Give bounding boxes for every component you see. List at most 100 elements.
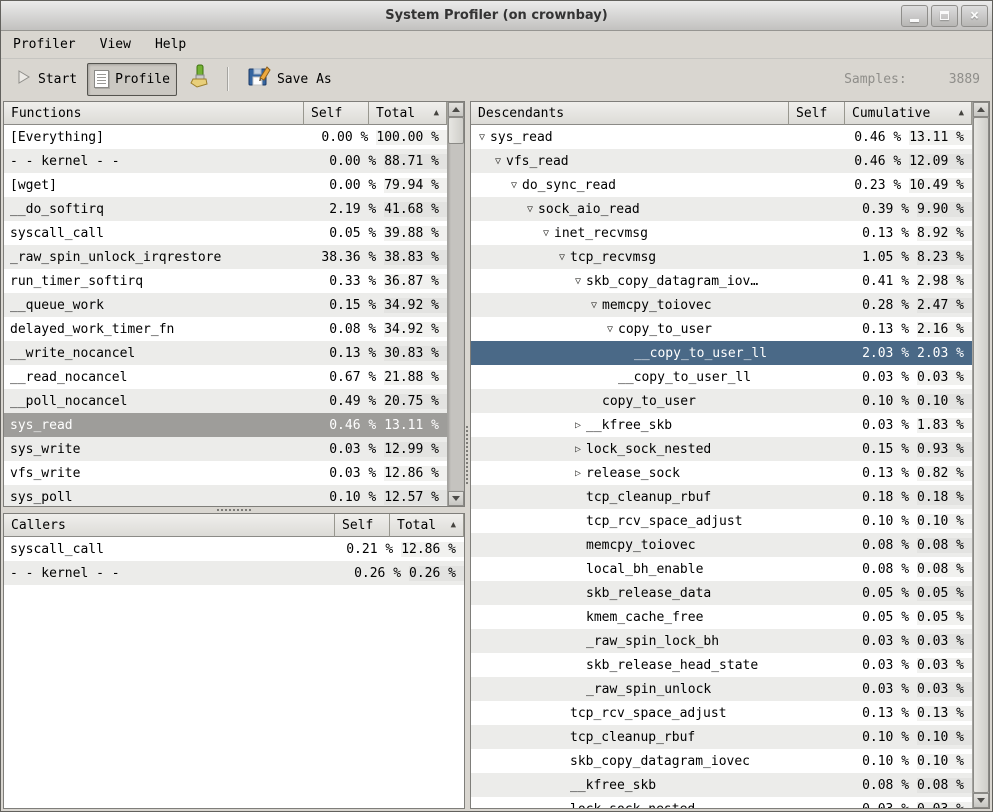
tree-row[interactable]: __kfree_skb 0.08 % 0.08 % <box>471 773 972 797</box>
expander-collapsed-icon[interactable]: ▷ <box>570 444 586 455</box>
tree-row[interactable]: __copy_to_user_ll 0.03 % 0.03 % <box>471 365 972 389</box>
horizontal-splitter-grip[interactable] <box>217 509 251 511</box>
expander-open-icon[interactable]: ▽ <box>490 156 506 167</box>
scroll-down-button[interactable] <box>448 491 464 506</box>
table-row[interactable]: __do_softirq 2.19 % 41.68 % <box>4 197 447 221</box>
table-row[interactable]: delayed_work_timer_fn 0.08 % 34.92 % <box>4 317 447 341</box>
tree-row[interactable]: local_bh_enable 0.08 % 0.08 % <box>471 557 972 581</box>
expander-collapsed-icon[interactable]: ▷ <box>570 468 586 479</box>
table-row[interactable]: __queue_work 0.15 % 34.92 % <box>4 293 447 317</box>
scroll-up-button[interactable] <box>973 102 989 117</box>
functions-scrollbar[interactable] <box>447 102 464 506</box>
function-name-label: lock_sock_nested <box>570 802 695 809</box>
table-row[interactable]: __write_nocancel 0.13 % 30.83 % <box>4 341 447 365</box>
tree-row[interactable]: tcp_rcv_space_adjust 0.13 % 0.13 % <box>471 701 972 725</box>
tree-row[interactable]: ▽ do_sync_read 0.23 % 10.49 % <box>471 173 972 197</box>
vertical-splitter-grip[interactable] <box>466 426 468 484</box>
table-row[interactable]: [Everything] 0.00 % 100.00 % <box>4 125 447 149</box>
tree-row[interactable]: tcp_rcv_space_adjust 0.10 % 0.10 % <box>471 509 972 533</box>
start-button-label: Start <box>38 72 77 87</box>
save-as-button[interactable]: Save As <box>240 63 339 96</box>
functions-self-column-header[interactable]: Self <box>304 102 369 125</box>
tree-row[interactable]: ▽ skb_copy_datagram_iov… 0.41 % 2.98 % <box>471 269 972 293</box>
table-row[interactable]: syscall_call 0.21 % 12.86 % <box>4 537 464 561</box>
tree-row[interactable]: ▽ inet_recvmsg 0.13 % 8.92 % <box>471 221 972 245</box>
table-row[interactable]: __read_nocancel 0.67 % 21.88 % <box>4 365 447 389</box>
tree-row[interactable]: tcp_cleanup_rbuf 0.10 % 0.10 % <box>471 725 972 749</box>
tree-row[interactable]: tcp_cleanup_rbuf 0.18 % 0.18 % <box>471 485 972 509</box>
descendants-self-column-header[interactable]: Self <box>789 102 845 125</box>
tree-row[interactable]: memcpy_toiovec 0.08 % 0.08 % <box>471 533 972 557</box>
titlebar[interactable]: System Profiler (on crownbay) × <box>1 1 992 31</box>
descendants-cumulative-column-header[interactable]: Cumulative▲ <box>845 102 972 125</box>
maximize-button[interactable] <box>931 5 958 27</box>
tree-row[interactable]: kmem_cache_free 0.05 % 0.05 % <box>471 605 972 629</box>
cumulative-percent-cell: 13.11 % <box>909 130 972 145</box>
tree-row[interactable]: skb_release_head_state 0.03 % 0.03 % <box>471 653 972 677</box>
tree-row[interactable]: ▽ sock_aio_read 0.39 % 9.90 % <box>471 197 972 221</box>
expander-open-icon[interactable]: ▽ <box>554 252 570 263</box>
tree-row[interactable]: ▽ sys_read 0.46 % 13.11 % <box>471 125 972 149</box>
expander-open-icon[interactable]: ▽ <box>602 324 618 335</box>
scroll-down-button[interactable] <box>973 793 989 808</box>
functions-total-column-header[interactable]: Total▲ <box>369 102 447 125</box>
expander-collapsed-icon[interactable]: ▷ <box>570 420 586 431</box>
table-row[interactable]: [wget] 0.00 % 79.94 % <box>4 173 447 197</box>
table-row[interactable]: run_timer_softirq 0.33 % 36.87 % <box>4 269 447 293</box>
expander-open-icon[interactable]: ▽ <box>538 228 554 239</box>
close-button[interactable]: × <box>961 5 988 27</box>
functions-column-header[interactable]: Functions <box>4 102 304 125</box>
tree-row[interactable]: ▽ copy_to_user 0.13 % 2.16 % <box>471 317 972 341</box>
table-row[interactable]: - - kernel - - 0.26 % 0.26 % <box>4 561 464 585</box>
expander-open-icon[interactable]: ▽ <box>474 132 490 143</box>
function-name-label: release_sock <box>586 466 680 481</box>
total-percent-cell: 39.88 % <box>384 226 447 241</box>
scrollbar-thumb[interactable] <box>448 117 464 144</box>
screenshot-button[interactable] <box>180 63 216 96</box>
scrollbar-trough[interactable] <box>448 117 464 491</box>
expander-open-icon[interactable]: ▽ <box>522 204 538 215</box>
profile-toggle-button[interactable]: Profile <box>87 63 177 96</box>
tree-row[interactable]: ▷ __kfree_skb 0.03 % 1.83 % <box>471 413 972 437</box>
scrollbar-thumb[interactable] <box>973 117 989 793</box>
menu-view[interactable]: View <box>100 37 131 52</box>
table-row[interactable]: sys_read 0.46 % 13.11 % <box>4 413 447 437</box>
callers-column-header[interactable]: Callers <box>4 514 335 537</box>
tree-row[interactable]: ▷ release_sock 0.13 % 0.82 % <box>471 461 972 485</box>
vertical-splitter[interactable] <box>465 101 470 809</box>
scrollbar-trough[interactable] <box>973 117 989 793</box>
tree-row[interactable]: skb_copy_datagram_iovec 0.10 % 0.10 % <box>471 749 972 773</box>
table-row[interactable]: __poll_nocancel 0.49 % 20.75 % <box>4 389 447 413</box>
expander-open-icon[interactable]: ▽ <box>570 276 586 287</box>
descendants-column-header[interactable]: Descendants <box>471 102 789 125</box>
tree-row[interactable]: copy_to_user 0.10 % 0.10 % <box>471 389 972 413</box>
menu-help[interactable]: Help <box>155 37 186 52</box>
tree-row[interactable]: _raw_spin_lock_bh 0.03 % 0.03 % <box>471 629 972 653</box>
table-row[interactable]: sys_write 0.03 % 12.99 % <box>4 437 447 461</box>
callers-self-column-header[interactable]: Self <box>335 514 390 537</box>
scroll-up-button[interactable] <box>448 102 464 117</box>
tree-row[interactable]: ▽ vfs_read 0.46 % 12.09 % <box>471 149 972 173</box>
tree-row[interactable]: ▷ lock_sock_nested 0.15 % 0.93 % <box>471 437 972 461</box>
start-button[interactable]: Start <box>9 63 84 96</box>
tree-row[interactable]: skb_release_data 0.05 % 0.05 % <box>471 581 972 605</box>
descendants-scrollbar[interactable] <box>972 102 989 808</box>
expander-open-icon[interactable]: ▽ <box>586 300 602 311</box>
tree-row[interactable]: _raw_spin_unlock 0.03 % 0.03 % <box>471 677 972 701</box>
expander-open-icon[interactable]: ▽ <box>506 180 522 191</box>
function-name-label: memcpy_toiovec <box>602 298 712 313</box>
table-row[interactable]: syscall_call 0.05 % 39.88 % <box>4 221 447 245</box>
tree-row[interactable]: lock_sock_nested 0.03 % 0.03 % <box>471 797 972 808</box>
table-row[interactable]: - - kernel - - 0.00 % 88.71 % <box>4 149 447 173</box>
tree-row[interactable]: __copy_to_user_ll 2.03 % 2.03 % <box>471 341 972 365</box>
menu-profiler[interactable]: Profiler <box>13 37 76 52</box>
callers-total-column-header[interactable]: Total▲ <box>390 514 464 537</box>
minimize-button[interactable] <box>901 5 928 27</box>
table-row[interactable]: sys_poll 0.10 % 12.57 % <box>4 485 447 506</box>
horizontal-splitter[interactable] <box>3 507 465 513</box>
tree-row[interactable]: ▽ tcp_recvmsg 1.05 % 8.23 % <box>471 245 972 269</box>
save-floppy-icon <box>247 65 271 93</box>
table-row[interactable]: _raw_spin_unlock_irqrestore 38.36 % 38.8… <box>4 245 447 269</box>
table-row[interactable]: vfs_write 0.03 % 12.86 % <box>4 461 447 485</box>
tree-row[interactable]: ▽ memcpy_toiovec 0.28 % 2.47 % <box>471 293 972 317</box>
